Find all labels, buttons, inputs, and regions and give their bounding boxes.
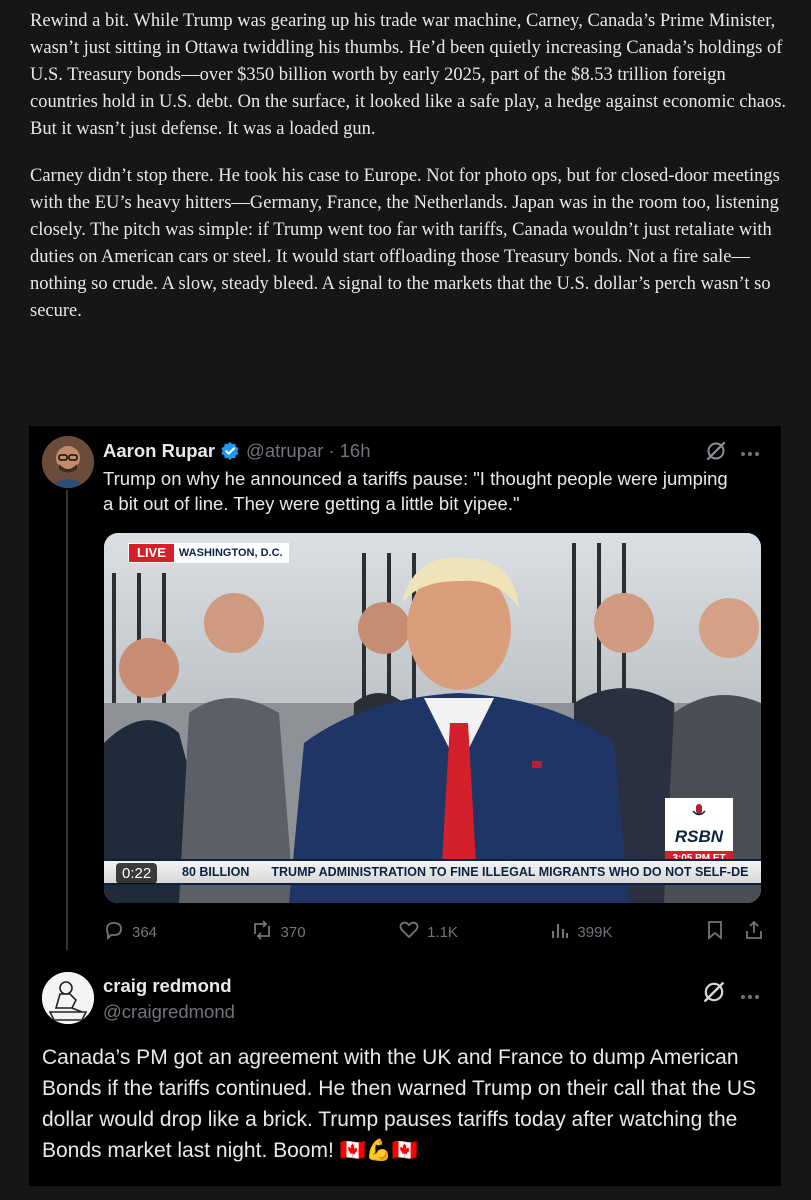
bookmark-icon[interactable] [706, 920, 724, 944]
avatar[interactable] [42, 436, 94, 488]
views-button[interactable]: 399K [551, 921, 612, 943]
article-paragraph-1: Rewind a bit. While Trump was gearing up… [30, 11, 787, 139]
live-badge: LIVE WASHINGTON, D.C. [128, 543, 289, 563]
avatar[interactable] [42, 972, 94, 1024]
verified-badge-icon [220, 441, 240, 461]
video-duration: 0:22 [116, 863, 158, 884]
tweet-text: Canada’s PM got an agreement with the UK… [42, 1046, 757, 1162]
tweet1-actions: 364 370 1.1K 399K [104, 920, 764, 944]
author-handle[interactable]: @atrupar [246, 440, 323, 462]
view-count: 399K [577, 923, 613, 941]
microphone-icon [692, 804, 706, 825]
channel-logo-text: RSBN [674, 827, 724, 846]
grok-icon[interactable] [705, 440, 727, 467]
like-button[interactable]: 1.1K [399, 920, 458, 944]
more-options-icon[interactable] [740, 988, 760, 1006]
like-count: 1.1K [427, 923, 458, 941]
separator-dot: · [328, 440, 335, 461]
repost-count: 370 [280, 923, 306, 941]
location-label: WASHINGTON, D.C. [173, 544, 288, 562]
video-player[interactable]: LIVE WASHINGTON, D.C. RSBN 3:05 PM ET 80… [104, 533, 761, 903]
tweet1-extra-actions [706, 920, 764, 944]
timestamp[interactable]: 16h [340, 440, 371, 462]
grok-icon[interactable] [702, 980, 726, 1009]
author-handle[interactable]: @craigredmond [103, 1001, 235, 1023]
tweet-text: Trump on why he announced a tariffs paus… [103, 468, 728, 514]
reply-count: 364 [132, 923, 158, 941]
repost-icon [251, 920, 273, 944]
share-icon[interactable] [744, 920, 764, 944]
author-name[interactable]: craig redmond [103, 975, 232, 997]
news-ticker: 80 BILLION TRUMP ADMINISTRATION TO FINE … [104, 859, 761, 885]
reply-icon [104, 920, 124, 944]
thread-line [66, 490, 68, 950]
tweet1-header: Aaron Rupar @atrupar · 16h [103, 440, 371, 462]
live-label: LIVE [129, 544, 174, 562]
more-options-icon[interactable] [740, 445, 760, 463]
channel-logo: RSBN 3:05 PM ET [665, 798, 733, 866]
video-frame [104, 533, 761, 903]
author-name[interactable]: Aaron Rupar [103, 440, 215, 462]
ticker-right: TRUMP ADMINISTRATION TO FINE ILLEGAL MIG… [271, 865, 749, 879]
heart-icon [399, 920, 419, 944]
reply-button[interactable]: 364 [104, 920, 157, 944]
bar-chart-icon [551, 921, 569, 943]
article-body: Rewind a bit. While Trump was gearing up… [30, 8, 790, 345]
repost-button[interactable]: 370 [251, 920, 306, 944]
article-paragraph-2: Carney didn’t stop there. He took his ca… [30, 166, 780, 321]
